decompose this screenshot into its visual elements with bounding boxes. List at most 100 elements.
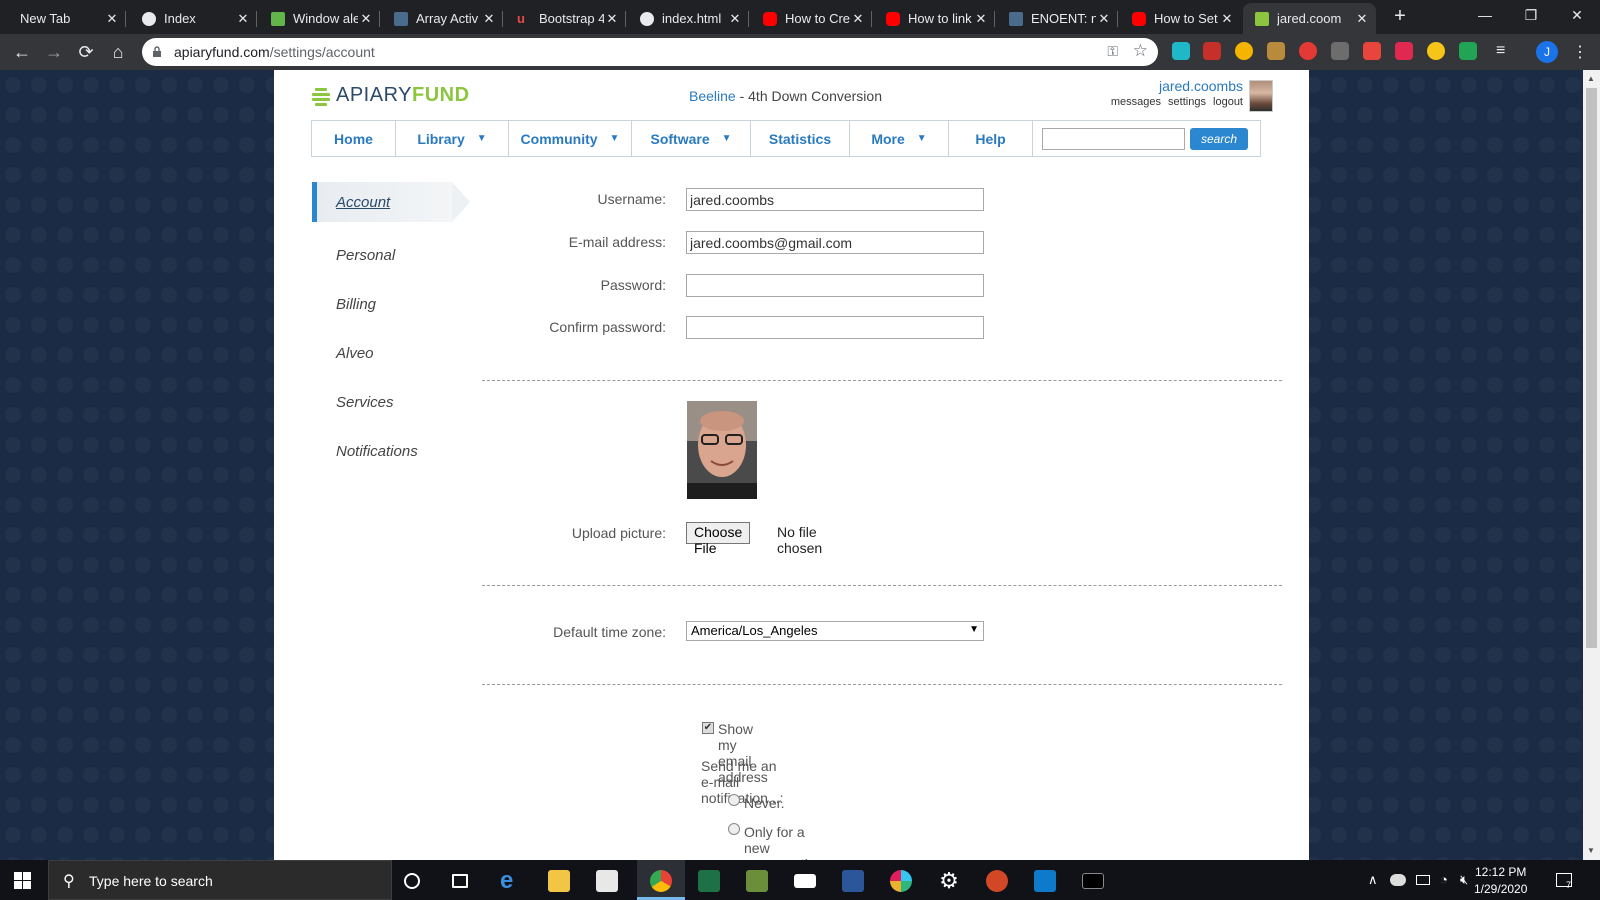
- side-menu-personal[interactable]: Personal: [312, 231, 472, 280]
- tab-close-icon[interactable]: ✕: [481, 11, 497, 27]
- messages-link[interactable]: messages: [1111, 96, 1161, 108]
- email-field[interactable]: [686, 231, 984, 254]
- nav-community[interactable]: Community ▼: [509, 121, 632, 156]
- extension-ghost-icon[interactable]: [1172, 42, 1190, 60]
- close-window-button[interactable]: ✕: [1554, 0, 1600, 30]
- tab-index[interactable]: Index ✕: [126, 3, 257, 34]
- system-clock[interactable]: 12:12 PM 1/29/2020: [1474, 864, 1527, 898]
- notify-never-radio[interactable]: [728, 794, 740, 806]
- tab-close-icon[interactable]: ✕: [727, 11, 743, 27]
- extension-alert-icon[interactable]: [1299, 42, 1317, 60]
- tab-array-activity[interactable]: Array Activ ✕: [380, 3, 503, 34]
- key-icon[interactable]: ⚿: [1107, 43, 1118, 60]
- extension-acorn-icon[interactable]: [1267, 42, 1285, 60]
- tab-close-icon[interactable]: ✕: [604, 11, 620, 27]
- bookmark-star-icon[interactable]: ☆: [1133, 41, 1148, 61]
- task-view-icon[interactable]: [452, 874, 468, 888]
- nav-statistics[interactable]: Statistics: [751, 121, 850, 156]
- tab-close-icon[interactable]: ✕: [1354, 11, 1370, 27]
- wifi-icon[interactable]: ◔: [1440, 872, 1448, 887]
- tab-close-icon[interactable]: ✕: [235, 11, 251, 27]
- back-button[interactable]: ←: [10, 40, 34, 64]
- taskbar-search-box[interactable]: ⚲ Type here to search: [48, 860, 392, 900]
- powerpoint-icon[interactable]: [986, 870, 1008, 892]
- site-search-input[interactable]: [1042, 127, 1185, 150]
- side-menu-notifications[interactable]: Notifications: [312, 427, 472, 476]
- choose-file-button[interactable]: Choose File: [686, 522, 751, 556]
- side-menu-billing[interactable]: Billing: [312, 280, 472, 329]
- side-menu-alveo[interactable]: Alveo: [312, 329, 472, 378]
- battery-icon[interactable]: [1416, 875, 1430, 885]
- tab-index-html[interactable]: index.html ✕: [626, 3, 749, 34]
- tab-close-icon[interactable]: ✕: [358, 11, 374, 27]
- settings-gear-icon[interactable]: ⚙: [938, 870, 960, 892]
- tab-new-tab[interactable]: New Tab ✕: [0, 3, 126, 34]
- username-link[interactable]: jared.coombs: [1107, 78, 1243, 94]
- onedrive-icon[interactable]: [1390, 874, 1406, 886]
- tab-window-alert[interactable]: Window ale ✕: [257, 3, 380, 34]
- chrome-icon[interactable]: [650, 870, 672, 892]
- windows-start-icon[interactable]: [14, 872, 31, 889]
- vscode-icon[interactable]: [1034, 870, 1056, 892]
- tab-close-icon[interactable]: ✕: [850, 11, 866, 27]
- extension-arrow-icon[interactable]: [1363, 42, 1381, 60]
- address-bar[interactable]: apiaryfund.com/settings/account ⚿ ☆: [142, 38, 1158, 66]
- page-scrollbar[interactable]: ▲ ▼: [1583, 70, 1600, 860]
- slack-icon[interactable]: [890, 870, 912, 892]
- extension-heart-icon[interactable]: [1395, 42, 1413, 60]
- side-menu-services[interactable]: Services: [312, 378, 472, 427]
- show-email-checkbox[interactable]: ✔: [702, 722, 714, 734]
- settings-link[interactable]: settings: [1168, 96, 1206, 108]
- extension-pdf-icon[interactable]: [1203, 42, 1221, 60]
- extension-chrome-icon[interactable]: [1235, 42, 1253, 60]
- notify-conversation-radio[interactable]: [728, 823, 740, 835]
- extension-search-icon[interactable]: [1427, 42, 1445, 60]
- username-field[interactable]: [686, 188, 984, 211]
- tab-jared-coombs[interactable]: jared.coom ✕: [1243, 3, 1376, 34]
- nav-home[interactable]: Home: [312, 121, 396, 156]
- mail-icon[interactable]: [794, 874, 816, 888]
- restore-button[interactable]: ❐: [1508, 0, 1554, 30]
- nav-help[interactable]: Help: [949, 121, 1033, 156]
- side-menu-account[interactable]: Account: [312, 182, 470, 222]
- fund-link[interactable]: Beeline: [689, 88, 736, 104]
- tab-close-icon[interactable]: ✕: [1219, 11, 1235, 27]
- store-icon[interactable]: [596, 870, 618, 892]
- scroll-down-icon[interactable]: ▼: [1587, 846, 1595, 855]
- volume-muted-icon[interactable]: 🔇︎: [1460, 872, 1468, 888]
- tab-youtube-2[interactable]: How to link ✕: [872, 3, 995, 34]
- tab-close-icon[interactable]: ✕: [973, 11, 989, 27]
- logout-link[interactable]: logout: [1213, 96, 1243, 108]
- profile-avatar[interactable]: J: [1536, 41, 1558, 63]
- nav-library[interactable]: Library ▼: [396, 121, 509, 156]
- tab-bootstrap[interactable]: u Bootstrap 4 ✕: [503, 3, 626, 34]
- action-center-icon[interactable]: 7: [1556, 873, 1572, 890]
- cortana-icon[interactable]: [404, 873, 420, 889]
- nav-more[interactable]: More ▼: [850, 121, 949, 156]
- tab-enoent[interactable]: ENOENT: n ✕: [995, 3, 1118, 34]
- file-explorer-icon[interactable]: [548, 870, 570, 892]
- tab-youtube-1[interactable]: How to Cre ✕: [749, 3, 872, 34]
- menu-kebab-icon[interactable]: ⋮: [1572, 42, 1588, 62]
- password-field[interactable]: [686, 274, 984, 297]
- timezone-select[interactable]: America/Los_Angeles ▼: [686, 621, 984, 641]
- tray-overflow-icon[interactable]: ∧: [1368, 872, 1378, 888]
- extension-check-icon[interactable]: [1459, 42, 1477, 60]
- confirm-password-field[interactable]: [686, 316, 984, 339]
- tab-close-icon[interactable]: ✕: [1096, 11, 1112, 27]
- excel-icon[interactable]: [698, 870, 720, 892]
- edge-icon[interactable]: e: [500, 869, 522, 893]
- minimize-button[interactable]: —: [1462, 0, 1508, 30]
- minecraft-icon[interactable]: [746, 870, 768, 892]
- scroll-up-icon[interactable]: ▲: [1587, 74, 1595, 83]
- search-button[interactable]: search: [1190, 127, 1248, 150]
- scrollbar-thumb[interactable]: [1586, 88, 1597, 648]
- media-queue-icon[interactable]: ≡: [1496, 42, 1514, 60]
- forward-button[interactable]: →: [42, 40, 66, 64]
- nav-software[interactable]: Software ▼: [632, 121, 751, 156]
- extension-record-icon[interactable]: [1331, 42, 1349, 60]
- apiary-fund-logo[interactable]: APIARY FUND: [312, 84, 470, 107]
- tab-youtube-3[interactable]: How to Set ✕: [1118, 3, 1241, 34]
- new-tab-button[interactable]: +: [1388, 5, 1412, 29]
- user-avatar[interactable]: [1249, 80, 1273, 112]
